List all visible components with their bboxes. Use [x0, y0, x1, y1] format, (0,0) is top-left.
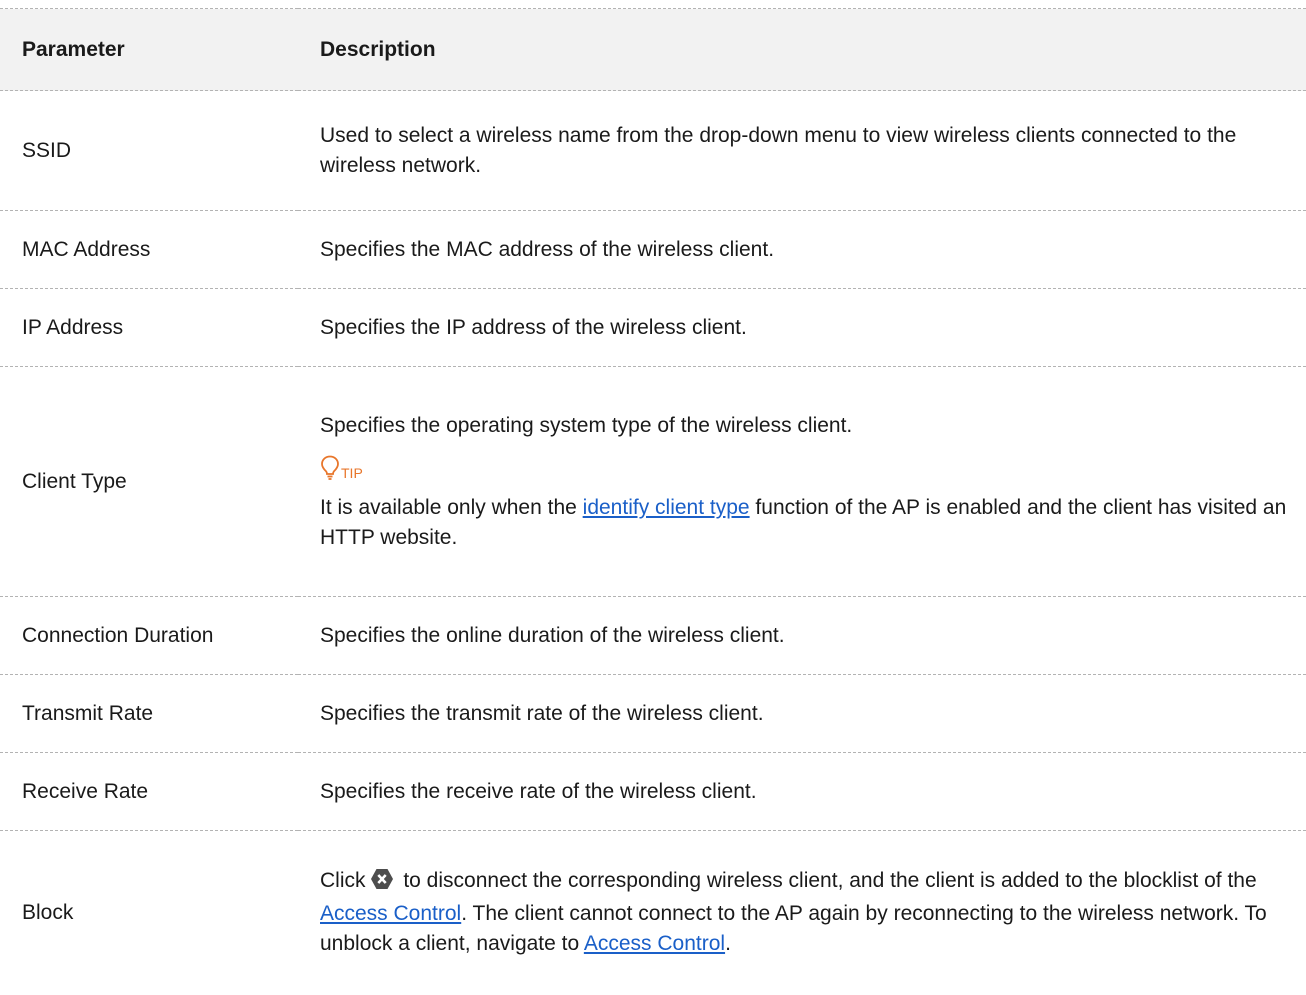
- block-text-part: to disconnect the corresponding wireless…: [397, 869, 1257, 893]
- table-row: IP Address Specifies the IP address of t…: [0, 288, 1306, 367]
- access-control-link[interactable]: Access Control: [320, 902, 461, 925]
- param-mac-address: MAC Address: [0, 210, 298, 289]
- identify-client-type-link[interactable]: identify client type: [583, 496, 750, 519]
- table-row: Receive Rate Specifies the receive rate …: [0, 752, 1306, 831]
- access-control-link-2[interactable]: Access Control: [584, 932, 725, 955]
- desc-receive-rate: Specifies the receive rate of the wirele…: [298, 752, 1306, 831]
- block-text-part: .: [725, 932, 731, 956]
- tip-text: It is available only when the identify c…: [320, 493, 1306, 553]
- table-row: SSID Used to select a wireless name from…: [0, 90, 1306, 211]
- client-type-description: Specifies the operating system type of t…: [320, 413, 853, 437]
- param-client-type: Client Type: [0, 366, 298, 597]
- desc-transmit-rate: Specifies the transmit rate of the wirel…: [298, 674, 1306, 753]
- tip-callout: TIP: [320, 455, 1306, 481]
- param-connection-duration: Connection Duration: [0, 596, 298, 675]
- desc-ip-address: Specifies the IP address of the wireless…: [298, 288, 1306, 367]
- parameter-table: Parameter Description SSID Used to selec…: [0, 8, 1306, 995]
- table-row: Transmit Rate Specifies the transmit rat…: [0, 674, 1306, 753]
- desc-ssid: Used to select a wireless name from the …: [298, 90, 1306, 211]
- block-x-icon: [370, 868, 394, 899]
- param-ssid: SSID: [0, 90, 298, 211]
- tip-text-part: It is available only when the: [320, 495, 583, 519]
- tip-label: TIP: [341, 464, 363, 481]
- param-transmit-rate: Transmit Rate: [0, 674, 298, 753]
- param-block: Block: [22, 900, 74, 924]
- table-header-row: Parameter Description: [0, 8, 1306, 91]
- desc-block: Click to disconnect the corresponding wi…: [298, 831, 1306, 995]
- header-description: Description: [298, 8, 1306, 91]
- table-row: Client Type Specifies the operating syst…: [0, 366, 1306, 597]
- table-row: MAC Address Specifies the MAC address of…: [0, 210, 1306, 289]
- table-row: Block Click to disconnect the correspond…: [0, 831, 1306, 995]
- desc-connection-duration: Specifies the online duration of the wir…: [298, 596, 1306, 675]
- desc-client-type: Specifies the operating system type of t…: [298, 366, 1306, 597]
- table-row: Connection Duration Specifies the online…: [0, 596, 1306, 675]
- header-parameter: Parameter: [0, 8, 298, 91]
- lightbulb-icon: [321, 455, 339, 480]
- param-receive-rate: Receive Rate: [0, 752, 298, 831]
- param-ip-address: IP Address: [0, 288, 298, 367]
- desc-mac-address: Specifies the MAC address of the wireles…: [298, 210, 1306, 289]
- block-text-part: Click: [320, 869, 366, 893]
- block-text-part: . The client cannot connect to the AP ag…: [320, 902, 1267, 956]
